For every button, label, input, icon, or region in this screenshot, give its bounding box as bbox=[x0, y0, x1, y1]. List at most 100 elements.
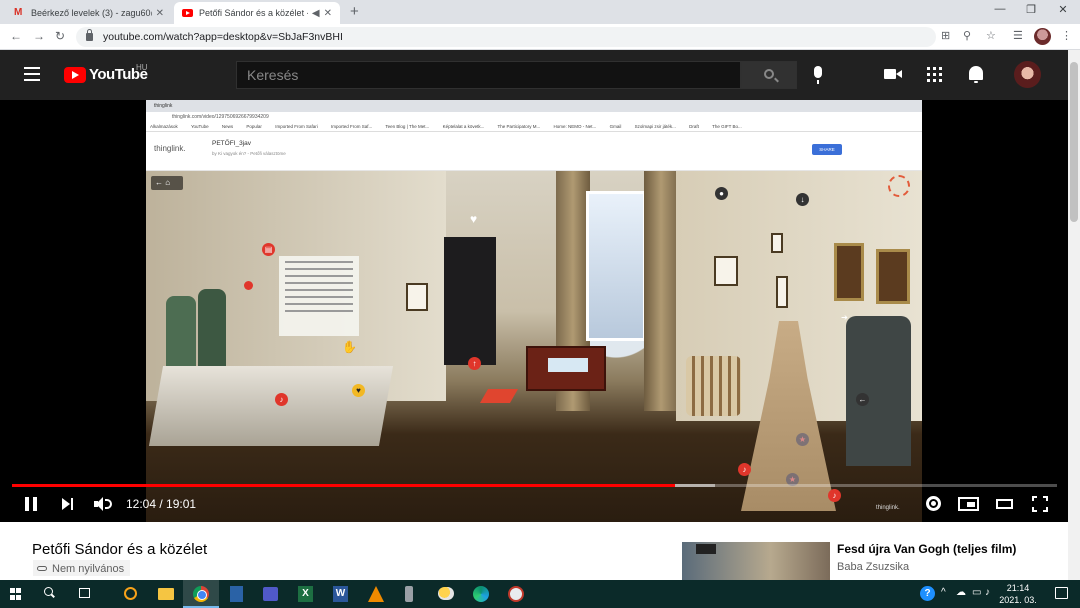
system-clock[interactable]: 21:14 2021. 03. 11. bbox=[993, 582, 1043, 608]
excel-icon[interactable]: X bbox=[298, 586, 313, 602]
museum-360-scene: ← ⌂ ▤ ♥ ✋ ♥ ♪ ↑ ● ↓ ➔ ← ★ ♪ ★ ♪ thinglin… bbox=[146, 171, 922, 522]
pause-button[interactable] bbox=[25, 497, 37, 511]
maximize-button[interactable]: ❐ bbox=[1016, 3, 1046, 16]
notifications-bell-icon[interactable] bbox=[969, 66, 983, 83]
youtube-icon bbox=[182, 9, 193, 17]
show-hidden-icons-chevron-icon[interactable]: ^ bbox=[941, 587, 946, 598]
miniplayer-button[interactable] bbox=[958, 497, 979, 511]
inner-address-bar: thinglink.com/video/1297506926679934209 bbox=[146, 112, 922, 122]
bookmark: Teen Blog | The Met... bbox=[385, 124, 430, 129]
thinglink-subtitle: by Ki vagyok én? - Petőfi választöme bbox=[212, 151, 286, 156]
video-player[interactable]: thinglink thinglink.com/video/1297506926… bbox=[0, 100, 1068, 522]
close-tab-icon[interactable]: ✕ bbox=[324, 8, 332, 19]
hotspot-hand-icon: ✋ bbox=[342, 340, 357, 354]
page-scrollbar[interactable] bbox=[1068, 50, 1080, 580]
youtube-logo[interactable]: YouTube HU bbox=[64, 63, 148, 83]
scene-portrait bbox=[834, 243, 864, 301]
bookmark: News bbox=[221, 124, 234, 129]
back-arrow-icon[interactable]: ← bbox=[10, 29, 22, 43]
zoom-icon[interactable]: ⚲ bbox=[963, 29, 971, 42]
weather-icon[interactable] bbox=[438, 587, 454, 600]
hotspot-dot-icon bbox=[244, 281, 253, 290]
hotspot-arrow-right-icon: ➔ bbox=[841, 313, 848, 322]
bookmark-star-icon[interactable]: ☆ bbox=[986, 29, 996, 42]
scene-back-home: ← ⌂ bbox=[151, 176, 183, 190]
theater-mode-button[interactable] bbox=[996, 499, 1013, 509]
link-icon bbox=[37, 566, 47, 571]
scrollbar-thumb[interactable] bbox=[1070, 62, 1078, 222]
account-avatar[interactable] bbox=[1014, 61, 1041, 88]
close-tab-icon[interactable]: ✕ bbox=[156, 8, 164, 19]
hotspot-broken-heart-icon: ♥ bbox=[469, 212, 478, 226]
privacy-label: Nem nyilvános bbox=[52, 562, 125, 575]
settings-gear-icon[interactable] bbox=[926, 496, 941, 511]
scene-frame bbox=[776, 276, 788, 308]
search-button[interactable] bbox=[741, 61, 797, 89]
reading-list-icon[interactable]: ☰ bbox=[1013, 29, 1023, 42]
microphone-icon[interactable] bbox=[814, 66, 822, 84]
install-app-icon[interactable]: ⊞ bbox=[941, 29, 950, 42]
hotspot-arrow-up-icon: ↑ bbox=[468, 357, 481, 370]
create-video-icon[interactable] bbox=[884, 69, 902, 79]
tab-gmail[interactable]: Beérkező levelek (3) - zagu60@g ✕ bbox=[6, 2, 172, 24]
address-bar[interactable]: youtube.com/watch?app=desktop&v=SbJaF3nv… bbox=[76, 27, 936, 47]
usb-device-icon[interactable] bbox=[405, 586, 413, 602]
scene-doorway bbox=[444, 237, 496, 365]
chrome-menu-icon[interactable]: ⋮ bbox=[1061, 29, 1072, 42]
tab-title: Beérkező levelek (3) - zagu60@g bbox=[31, 8, 152, 18]
new-tab-button[interactable]: + bbox=[350, 3, 359, 20]
audio-icon[interactable]: ◀︎ bbox=[312, 8, 320, 19]
file-explorer-icon[interactable] bbox=[158, 588, 174, 600]
speaker-icon[interactable]: ♪ bbox=[985, 587, 990, 598]
minimize-button[interactable]: — bbox=[985, 3, 1015, 15]
bookmark: Imported From Safari bbox=[275, 124, 318, 129]
vlc-icon[interactable] bbox=[368, 586, 384, 602]
apps-grid-icon[interactable] bbox=[927, 67, 942, 82]
help-icon[interactable]: ? bbox=[920, 586, 935, 601]
scene-window bbox=[586, 191, 646, 341]
network-icon[interactable]: ▭ bbox=[972, 587, 981, 598]
scene-frame bbox=[406, 283, 428, 311]
scene-floor-marker bbox=[479, 389, 519, 403]
thinglink-title: PETŐFI_3jav bbox=[212, 140, 252, 147]
teams-icon[interactable] bbox=[263, 587, 278, 601]
tray-app-icon[interactable]: ☁ bbox=[956, 587, 966, 598]
bookmark: The GIFT Bo... bbox=[712, 124, 742, 129]
thumbnail-tag bbox=[696, 544, 716, 554]
app-icon[interactable] bbox=[508, 586, 524, 602]
reload-icon[interactable]: ↻ bbox=[55, 29, 65, 43]
chrome-icon[interactable] bbox=[193, 586, 209, 602]
search-icon bbox=[764, 69, 774, 79]
volume-icon[interactable] bbox=[94, 497, 114, 511]
close-window-button[interactable]: ✕ bbox=[1048, 3, 1078, 16]
menu-icon[interactable] bbox=[24, 67, 40, 81]
recommended-thumbnail[interactable] bbox=[682, 542, 830, 580]
tab-youtube[interactable]: Petőfi Sándor és a közélet - Y ◀︎ ✕ bbox=[174, 2, 340, 24]
calculator-icon[interactable] bbox=[230, 586, 243, 602]
notification-center-icon[interactable] bbox=[1055, 587, 1068, 599]
tab-title: Petőfi Sándor és a közélet - Y bbox=[199, 8, 308, 18]
progress-bar[interactable] bbox=[12, 484, 1057, 487]
hotspot-book-icon: ▤ bbox=[262, 243, 275, 256]
bookmark: Szolmapi zsir játék... bbox=[634, 124, 676, 129]
recommended-channel[interactable]: Baba Zsuzsika bbox=[837, 561, 909, 573]
fullscreen-button[interactable] bbox=[1032, 496, 1048, 512]
word-icon[interactable]: W bbox=[333, 586, 348, 602]
search-input[interactable]: Keresés bbox=[236, 61, 741, 89]
time-display: 12:04 / 19:01 bbox=[126, 497, 197, 511]
cortana-icon[interactable] bbox=[124, 587, 137, 600]
taskbar-search-icon[interactable] bbox=[44, 587, 53, 596]
edge-icon[interactable] bbox=[473, 586, 489, 602]
hotspot-loader-icon bbox=[888, 175, 910, 197]
next-button[interactable] bbox=[62, 498, 74, 510]
task-view-icon[interactable] bbox=[79, 588, 90, 598]
hotspot-globe-icon: ● bbox=[715, 187, 728, 200]
recommended-title[interactable]: Fesd újra Van Gogh (teljes film) bbox=[837, 542, 1016, 556]
played-bar bbox=[12, 484, 675, 487]
bookmark: Draft bbox=[689, 124, 699, 129]
profile-avatar[interactable] bbox=[1034, 28, 1051, 45]
scene-text-panel bbox=[279, 256, 359, 336]
forward-arrow-icon[interactable]: → bbox=[33, 29, 45, 43]
windows-start-icon[interactable] bbox=[10, 588, 22, 600]
bookmark: Alkalmazások bbox=[150, 124, 178, 129]
